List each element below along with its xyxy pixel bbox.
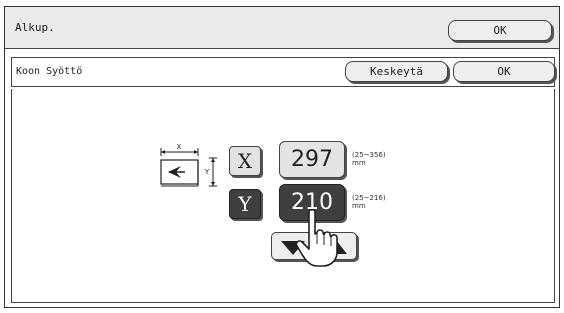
ok-button[interactable]: OK [448, 20, 552, 41]
x-value-button[interactable]: 297 [279, 141, 345, 178]
y-range-text: (25~216) mm [352, 194, 386, 210]
pointing-hand-icon [295, 208, 338, 267]
x-range-text: (25~356) mm [352, 151, 386, 167]
x-range: (25~356) [352, 151, 386, 159]
cancel-button[interactable]: Keskeytä [345, 61, 448, 82]
diagram-y-label: Y [204, 168, 210, 176]
x-unit: mm [352, 159, 366, 167]
header-bar: Alkup. OK [5, 7, 559, 49]
size-ok-button[interactable]: OK [453, 61, 555, 82]
header-title: Alkup. [15, 21, 55, 34]
y-axis-button[interactable]: Y [229, 189, 261, 219]
main-window: Alkup. OK Koon Syöttö Keskeytä OK X Y X … [4, 6, 560, 308]
paper-size-diagram-icon: X Y [160, 143, 217, 187]
size-entry-panel: X Y X 297 (25~356) mm Y 210 (25~216) mm [11, 89, 555, 303]
diagram-x-label: X [177, 143, 182, 151]
size-entry-bar: Koon Syöttö Keskeytä OK [11, 57, 555, 87]
y-unit: mm [352, 202, 366, 210]
y-range: (25~216) [352, 194, 386, 202]
size-entry-title: Koon Syöttö [16, 66, 83, 77]
x-axis-button[interactable]: X [229, 146, 261, 176]
